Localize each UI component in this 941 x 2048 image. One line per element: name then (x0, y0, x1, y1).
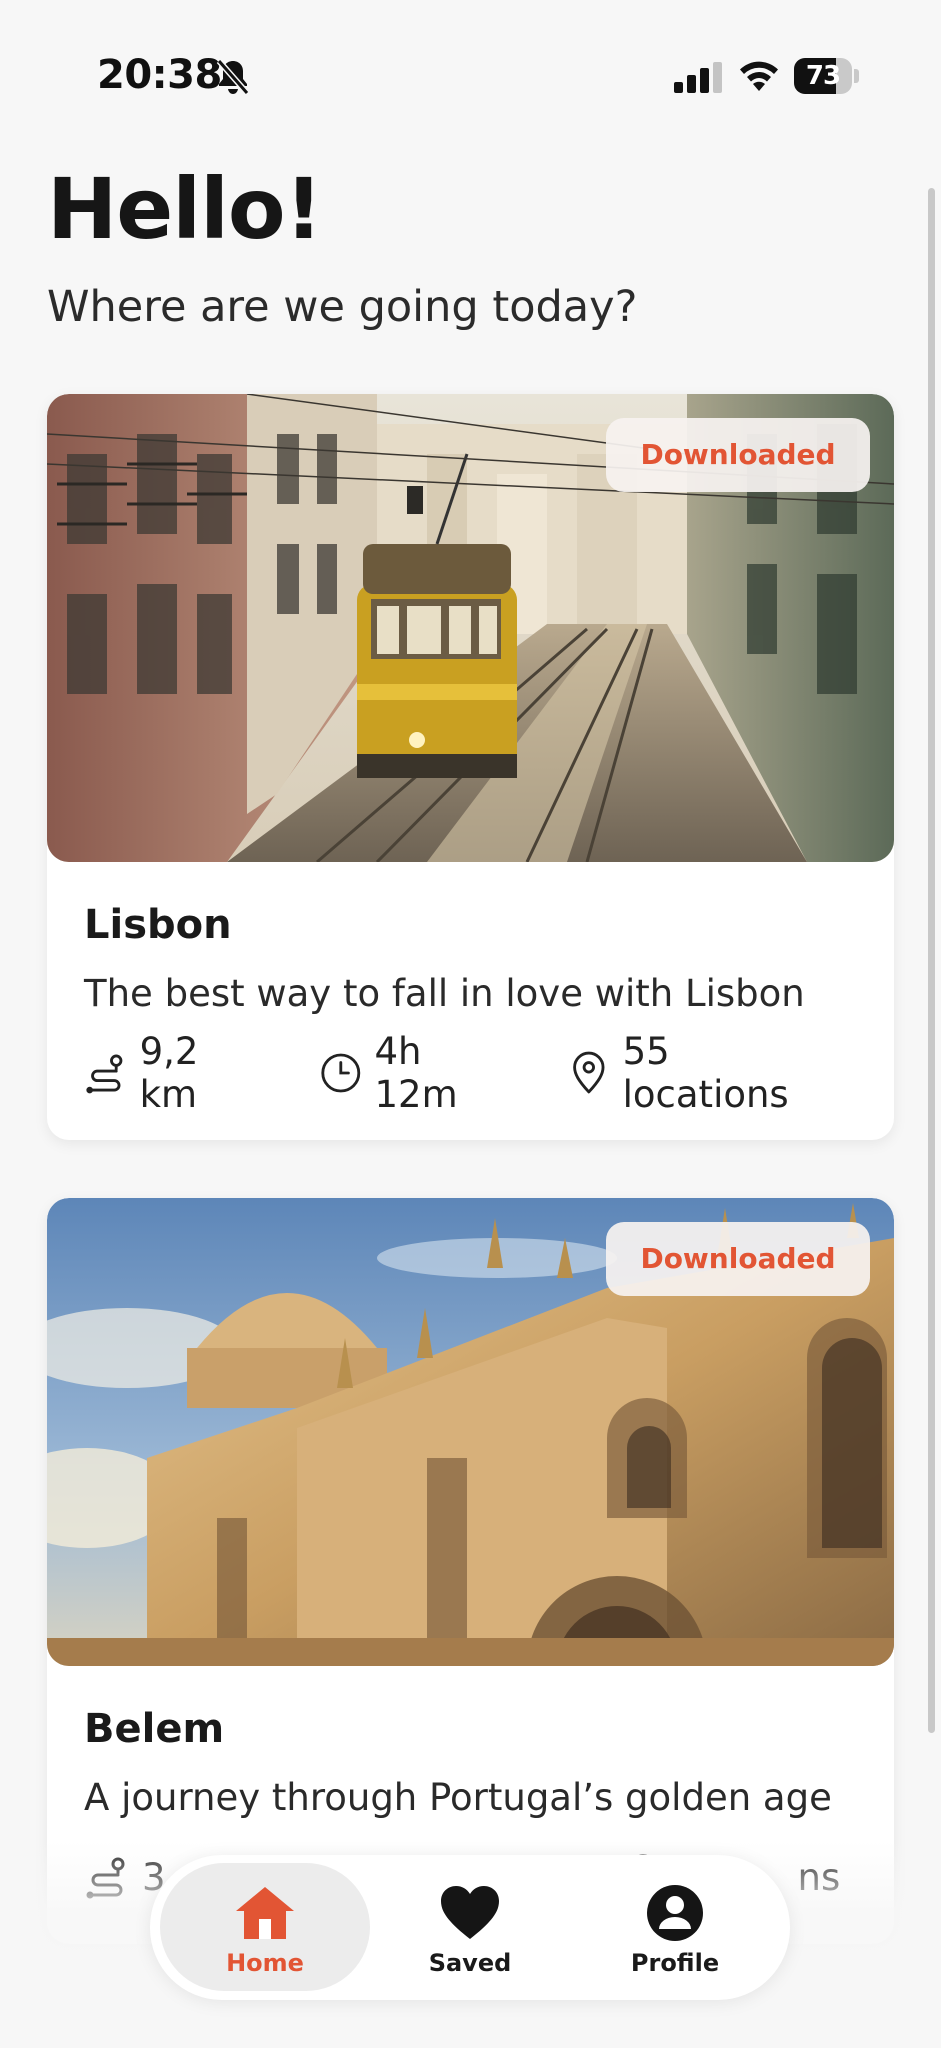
nav-profile-label: Profile (630, 1949, 720, 1977)
battery-icon: 73 (794, 58, 860, 94)
tour-description: The best way to fall in love with Lisbon (84, 972, 805, 1015)
nav-profile[interactable]: Profile (570, 1863, 780, 1991)
status-bar: 20:38 73 (0, 0, 941, 150)
scrollbar[interactable] (928, 188, 935, 1733)
tour-distance: 9,2 km (84, 1030, 261, 1116)
tour-duration: 4h 12m (319, 1030, 509, 1116)
page-title: Hello! (47, 160, 323, 258)
cellular-signal-icon (674, 62, 722, 93)
downloaded-badge: Downloaded (606, 418, 870, 492)
tour-title: Belem (84, 1706, 225, 1752)
clock-icon (321, 1053, 361, 1093)
page-subtitle: Where are we going today? (47, 282, 638, 332)
route-icon (86, 1054, 123, 1094)
wifi-icon (740, 61, 778, 91)
downloaded-badge: Downloaded (606, 1222, 870, 1296)
tour-image-lisbon: Downloaded (47, 394, 894, 862)
home-icon (236, 1887, 294, 1939)
tour-description: A journey through Portugal’s golden age (84, 1776, 832, 1819)
tour-stats: 9,2 km 4h 12m 55 locations (84, 1030, 894, 1116)
tour-card-lisbon[interactable]: Downloaded Lisbon The best way to fall i… (47, 394, 894, 1140)
battery-level: 73 (805, 61, 841, 91)
nav-saved[interactable]: Saved (365, 1863, 575, 1991)
status-time: 20:38 (97, 52, 222, 98)
bottom-nav: Home Saved Profile (150, 1855, 790, 2000)
tour-image-belem: Downloaded (47, 1198, 894, 1666)
nav-home[interactable]: Home (160, 1863, 370, 1991)
tour-card-belem[interactable]: Downloaded Belem A journey through Portu… (47, 1198, 894, 1944)
nav-saved-label: Saved (428, 1949, 512, 1977)
user-circle-icon (647, 1885, 703, 1941)
bell-slash-icon (216, 59, 250, 95)
map-pin-icon (573, 1051, 605, 1094)
nav-home-label: Home (226, 1949, 304, 1977)
tour-locations: 55 locations (567, 1030, 836, 1116)
heart-icon (441, 1886, 499, 1939)
tour-title: Lisbon (84, 902, 232, 948)
